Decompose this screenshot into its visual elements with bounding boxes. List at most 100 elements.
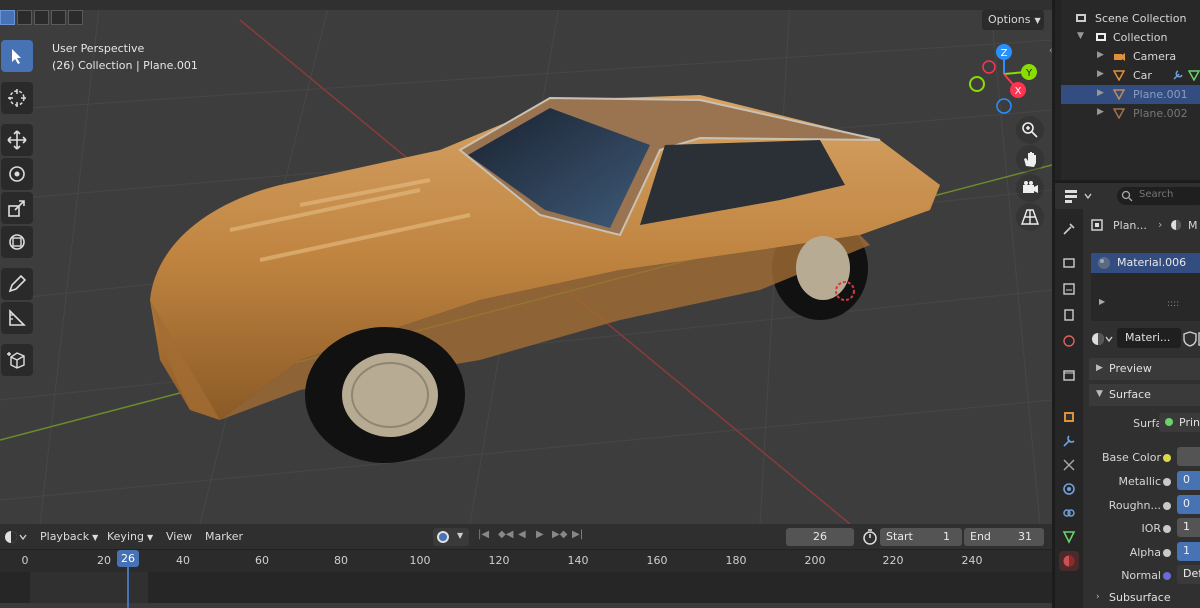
chevron-left-icon[interactable]: ‹ <box>1049 46 1053 56</box>
tab-data[interactable] <box>1059 527 1079 547</box>
outliner-row-plane-002[interactable]: ▶ Plane.002 <box>1055 104 1200 123</box>
crosshair-circle-icon <box>8 89 26 107</box>
frame-ruler[interactable]: 0 20 40 60 80 100 120 140 160 180 200 22… <box>0 550 1052 572</box>
stopwatch-icon[interactable] <box>862 529 878 545</box>
transform-tool[interactable] <box>1 226 33 258</box>
base-color-field[interactable] <box>1177 447 1200 466</box>
zoom-view-button[interactable] <box>1016 116 1044 144</box>
gizmo-z-label: Z <box>1001 48 1008 59</box>
socket-dot-icon[interactable] <box>1163 572 1171 580</box>
3d-viewport[interactable]: User Perspective (26) Collection | Plane… <box>0 0 1052 524</box>
play-reverse-icon[interactable]: ◀ <box>518 529 532 543</box>
surface-panel-header[interactable]: ▼ Surface <box>1089 384 1200 406</box>
editor-type-icon[interactable] <box>4 529 28 545</box>
preview-panel-header[interactable]: ▶ Preview <box>1089 358 1200 380</box>
roughness-field[interactable]: 0 <box>1177 495 1200 514</box>
marker-menu[interactable]: Marker <box>205 530 243 543</box>
magnifier-plus-icon <box>1022 122 1038 138</box>
breadcrumb-more: M <box>1188 219 1198 232</box>
ior-field[interactable]: 1 <box>1177 518 1200 537</box>
next-keyframe-icon[interactable]: ▶◆ <box>552 529 567 543</box>
view-menu[interactable]: View <box>166 530 192 543</box>
metallic-field[interactable]: 0 <box>1177 471 1200 490</box>
playhead-frame-badge[interactable]: 26 <box>117 550 139 567</box>
select-new-icon[interactable] <box>0 10 15 25</box>
material-name-field[interactable]: Materi... <box>1117 328 1181 348</box>
alpha-field[interactable]: 1 <box>1177 542 1200 561</box>
material-slot-list[interactable]: ▶ :::: <box>1091 273 1200 321</box>
outliner-row-scene-collection[interactable]: Scene Collection <box>1055 9 1200 28</box>
expand-right-icon[interactable]: ▶ <box>1099 297 1105 306</box>
tab-tool[interactable] <box>1059 219 1079 239</box>
prev-keyframe-icon[interactable]: ◆◀ <box>498 529 513 543</box>
socket-dot-icon[interactable] <box>1163 478 1171 486</box>
keying-menu[interactable]: Keying ▼ <box>107 530 153 543</box>
ruler-icon <box>9 309 26 326</box>
move-arrows-icon <box>7 130 27 150</box>
timeline-scrollbar[interactable] <box>0 603 1052 608</box>
tab-particles[interactable] <box>1059 455 1079 475</box>
scale-tool[interactable] <box>1 192 33 224</box>
tab-output[interactable] <box>1059 279 1079 299</box>
current-frame-field[interactable]: 26 <box>786 528 854 546</box>
rotate-icon <box>9 166 25 182</box>
outliner-row-camera[interactable]: ▶ Camera <box>1055 47 1200 66</box>
view-mode-label: User Perspective <box>52 42 145 55</box>
resize-handle-icon[interactable]: :::: <box>1167 299 1179 309</box>
end-frame-field[interactable]: End 31 <box>964 528 1044 546</box>
cursor-tool[interactable] <box>1 82 33 114</box>
jump-start-icon[interactable]: |◀ <box>478 529 492 543</box>
rotate-tool[interactable] <box>1 158 33 190</box>
socket-dot-icon[interactable] <box>1163 525 1171 533</box>
alpha-label: Alpha <box>1129 546 1161 559</box>
select-intersect-icon[interactable] <box>68 10 83 25</box>
material-icon <box>1063 555 1075 567</box>
select-mode-group <box>0 10 83 25</box>
socket-dot-icon[interactable] <box>1163 502 1171 510</box>
material-browse-icon[interactable] <box>1091 331 1115 347</box>
fake-user-shield-icon[interactable] <box>1183 331 1200 347</box>
outliner-row-car[interactable]: ▶ Car <box>1055 66 1200 85</box>
tab-material[interactable] <box>1059 551 1079 571</box>
tab-object[interactable] <box>1059 407 1079 427</box>
surface-shader-field[interactable]: Princ <box>1159 413 1200 432</box>
timeline-track-area[interactable] <box>0 572 1052 608</box>
wrench-icon <box>1063 435 1075 447</box>
perspective-toggle-button[interactable] <box>1016 203 1044 231</box>
outliner-row-collection[interactable]: ▼ Collection <box>1055 28 1200 47</box>
normal-field[interactable]: Defa <box>1177 565 1200 584</box>
camera-view-button[interactable] <box>1016 174 1044 202</box>
navigation-gizmo[interactable]: Z Y X <box>966 40 1042 120</box>
timeline-editor[interactable]: Playback ▼ Keying ▼ View Marker ▼ |◀ ◆◀ ◀ … <box>0 524 1052 608</box>
measure-tool[interactable] <box>1 302 33 334</box>
select-box-tool[interactable] <box>1 40 33 72</box>
move-tool[interactable] <box>1 124 33 156</box>
start-frame-field[interactable]: Start 1 <box>880 528 962 546</box>
options-button[interactable]: Options ▼ <box>982 10 1044 30</box>
tab-physics[interactable] <box>1059 479 1079 499</box>
annotate-tool[interactable] <box>1 268 33 300</box>
select-invert-icon[interactable] <box>51 10 66 25</box>
pan-view-button[interactable] <box>1016 145 1044 173</box>
output-icon <box>1063 283 1075 295</box>
outliner-row-plane-001[interactable]: ▶ Plane.001 <box>1055 85 1200 104</box>
tab-modifiers[interactable] <box>1059 431 1079 451</box>
playhead-line <box>127 567 129 608</box>
tab-constraints[interactable] <box>1059 503 1079 523</box>
socket-dot-icon[interactable] <box>1163 549 1171 557</box>
play-icon[interactable]: ▶ <box>536 529 550 543</box>
subsurface-panel-header[interactable]: › Subsurface <box>1089 587 1200 608</box>
tab-render[interactable] <box>1059 253 1079 273</box>
select-subtract-icon[interactable] <box>34 10 49 25</box>
socket-dot-icon[interactable] <box>1163 454 1171 462</box>
tab-scene[interactable] <box>1059 331 1079 351</box>
editor-type-icon[interactable] <box>1063 188 1099 204</box>
tab-view-layer[interactable] <box>1059 305 1079 325</box>
jump-end-icon[interactable]: ▶| <box>572 529 586 543</box>
select-extend-icon[interactable] <box>17 10 32 25</box>
material-slot-item[interactable]: Material.006 <box>1091 253 1200 273</box>
tab-world[interactable] <box>1059 365 1079 385</box>
add-cube-tool[interactable] <box>1 344 33 376</box>
playback-menu[interactable]: Playback ▼ <box>40 530 98 543</box>
auto-keying-toggle[interactable]: ▼ <box>433 528 469 546</box>
